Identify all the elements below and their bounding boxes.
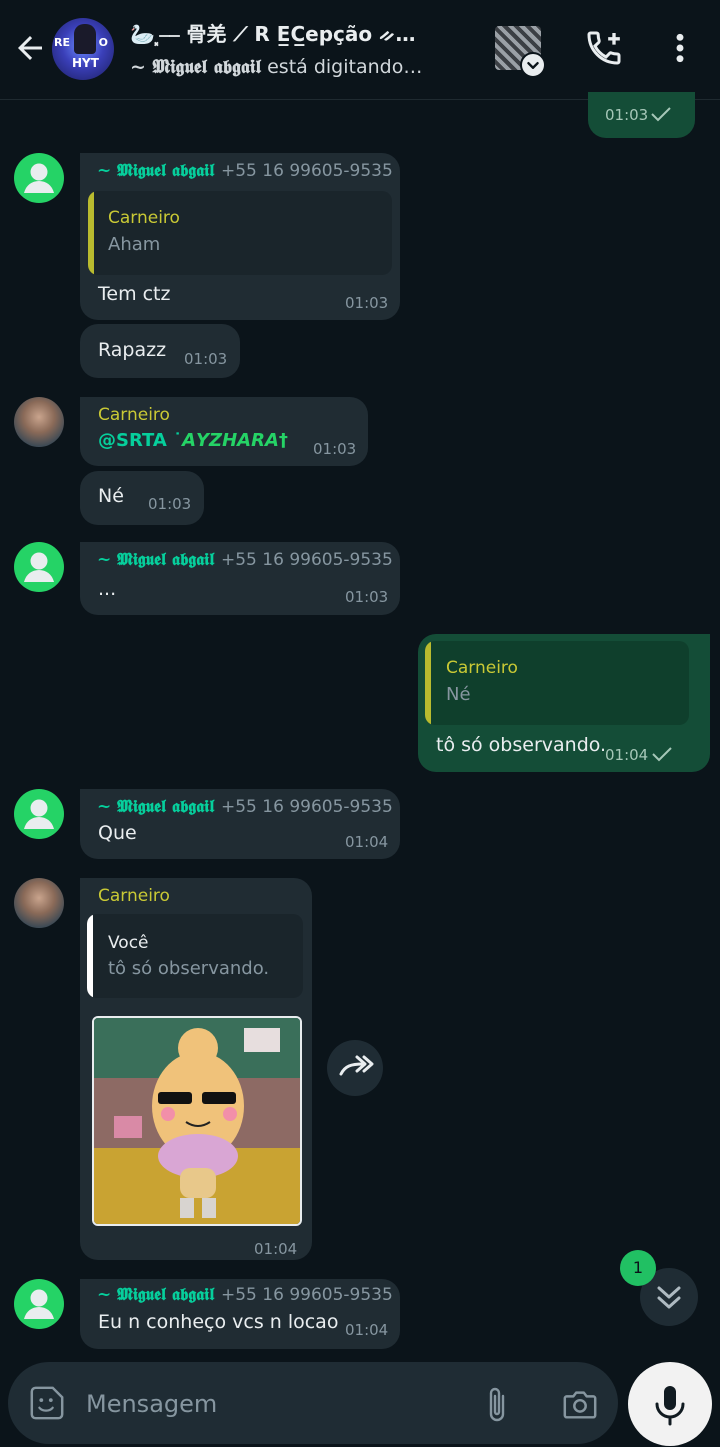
avatar-text-bottom: HYT [72, 56, 99, 70]
sender-phone: +55 16 99605-9535 [221, 797, 393, 817]
avatar-text-right: O [98, 36, 108, 49]
message-time: 01:04 [605, 746, 649, 764]
typing-status: ~ 𝕸𝖎𝖌𝖚𝖊𝖑 𝖆𝖇𝖌𝖆𝖎𝖑 está digitando… [130, 56, 480, 82]
message-text: Né [98, 485, 124, 507]
message-text: Que [98, 822, 137, 844]
sender-phone: +55 16 99605-9535 [221, 550, 393, 570]
message-text: Rapazz [98, 339, 167, 361]
person-icon [24, 1289, 54, 1319]
quote-text: tô só observando. [108, 958, 270, 979]
message-time: 01:04 [254, 1240, 298, 1258]
message-time: 01:03 [345, 588, 389, 606]
sender-name[interactable]: Carneiro [98, 405, 170, 425]
sender-name[interactable]: ~ 𝕸𝖎𝖌𝖚𝖊𝖑 𝖆𝖇𝖌𝖆𝖎𝖑 [97, 550, 214, 570]
mic-icon [655, 1386, 685, 1426]
message-bubble-incoming[interactable]: ~ 𝕸𝖎𝖌𝖚𝖊𝖑 𝖆𝖇𝖌𝖆𝖎𝖑 +55 16 99605-9535 ... 01… [80, 542, 400, 615]
message-bubble-incoming[interactable]: Rapazz 01:03 [80, 324, 240, 378]
message-time: 01:03 [313, 440, 357, 458]
voice-message-button[interactable] [628, 1362, 712, 1446]
forward-button[interactable] [327, 1040, 383, 1096]
quote-bar [87, 914, 93, 998]
mention-name: 𝘼𝙔𝙕𝙃𝘼𝙍𝘼† [182, 430, 288, 451]
avatar[interactable] [14, 1279, 64, 1329]
quote-bar [88, 191, 94, 275]
message-time: 01:04 [345, 1321, 389, 1339]
message-input[interactable] [86, 1384, 446, 1424]
quote-author: Você [108, 933, 149, 953]
message-text: Tem ctz [98, 283, 171, 305]
chat-header: RE O HYT 🦢⸼⎯⎯ 骨羌 ⟋ R E̲C̲epção ᨀ… ~ 𝕸𝖎𝖌𝖚… [0, 0, 720, 100]
message-bubble-incoming[interactable]: ~ 𝕸𝖎𝖌𝖚𝖊𝖑 𝖆𝖇𝖌𝖆𝖎𝖑 +55 16 99605-9535 Carnei… [80, 153, 400, 320]
sender-name[interactable]: Carneiro [98, 886, 170, 906]
check-icon [651, 107, 671, 122]
mention-at: @SRTA ˙ [98, 430, 183, 451]
chevron-down-icon [527, 61, 539, 69]
message-time: 01:04 [345, 833, 389, 851]
quoted-message[interactable]: Você tô só observando. [87, 914, 303, 998]
quote-bar [425, 641, 431, 725]
paperclip-icon[interactable] [484, 1384, 510, 1424]
avatar-text-left: RE [54, 36, 70, 49]
message-bubble-outgoing[interactable]: 01:03 [588, 92, 695, 138]
person-icon [24, 163, 54, 193]
mention[interactable]: @SRTA ˙𝘼𝙔𝙕𝙃𝘼𝙍𝘼† [98, 430, 288, 451]
more-vert-icon[interactable] [664, 28, 696, 68]
message-bubble-incoming[interactable]: Carneiro @SRTA ˙𝘼𝙔𝙕𝙃𝘼𝙍𝘼† 01:03 [80, 397, 368, 466]
message-bubble-incoming[interactable]: ~ 𝕸𝖎𝖌𝖚𝖊𝖑 𝖆𝖇𝖌𝖆𝖎𝖑 +55 16 99605-9535 Eu n c… [80, 1279, 400, 1349]
avatar[interactable] [14, 397, 64, 447]
typing-text: está digitando… [261, 56, 423, 78]
sticker-image[interactable] [92, 1016, 302, 1226]
group-avatar[interactable]: RE O HYT [52, 18, 114, 80]
thumbnail-chevron-badge[interactable] [520, 52, 546, 78]
sender-name[interactable]: ~ 𝕸𝖎𝖌𝖚𝖊𝖑 𝖆𝖇𝖌𝖆𝖎𝖑 [97, 797, 214, 817]
message-time: 01:03 [184, 350, 228, 368]
add-call-icon[interactable] [584, 28, 624, 68]
quoted-message[interactable]: Carneiro Né [425, 641, 689, 725]
unread-count-badge[interactable]: 1 [620, 1250, 656, 1286]
message-bubble-outgoing[interactable]: Carneiro Né tô só observando. 01:04 [418, 634, 710, 772]
quote-author: Carneiro [446, 658, 518, 678]
message-text: tô só observando. [436, 734, 607, 756]
message-time: 01:03 [345, 294, 389, 312]
check-icon [652, 747, 672, 762]
message-bubble-incoming[interactable]: ~ 𝕸𝖎𝖌𝖚𝖊𝖑 𝖆𝖇𝖌𝖆𝖎𝖑 +55 16 99605-9535 Que 01… [80, 789, 400, 859]
sticker-illustration [94, 1018, 300, 1224]
sender-name[interactable]: ~ 𝕸𝖎𝖌𝖚𝖊𝖑 𝖆𝖇𝖌𝖆𝖎𝖑 [97, 1285, 214, 1305]
message-text: Eu n conheço vcs n locao [98, 1311, 339, 1333]
quote-text: Né [446, 684, 471, 705]
avatar[interactable] [14, 789, 64, 839]
group-title[interactable]: 🦢⸼⎯⎯ 骨羌 ⟋ R E̲C̲epção ᨀ… [130, 18, 480, 48]
forward-icon [339, 1055, 374, 1076]
sender-name[interactable]: ~ 𝕸𝖎𝖌𝖚𝖊𝖑 𝖆𝖇𝖌𝖆𝖎𝖑 [97, 161, 214, 181]
quoted-message[interactable]: Carneiro Aham [88, 191, 392, 275]
avatar[interactable] [14, 878, 64, 928]
message-time: 01:03 [148, 495, 192, 513]
message-time: 01:03 [605, 106, 649, 124]
avatar[interactable] [14, 153, 64, 203]
quote-text: Aham [108, 234, 161, 255]
person-icon [24, 799, 54, 829]
sticker-emoji-icon[interactable] [28, 1384, 66, 1422]
quote-author: Carneiro [108, 208, 180, 228]
avatar[interactable] [14, 542, 64, 592]
person-icon [24, 552, 54, 582]
back-arrow-icon[interactable] [12, 30, 48, 66]
typing-user: ~ 𝕸𝖎𝖌𝖚𝖊𝖑 𝖆𝖇𝖌𝖆𝖎𝖑 [130, 56, 262, 78]
camera-icon[interactable] [560, 1385, 600, 1423]
sender-phone: +55 16 99605-9535 [221, 161, 393, 181]
avatar-figure [74, 24, 96, 54]
sender-phone: +55 16 99605-9535 [221, 1285, 393, 1305]
message-bubble-incoming[interactable]: Né 01:03 [80, 471, 204, 525]
message-text: ... [98, 578, 117, 600]
